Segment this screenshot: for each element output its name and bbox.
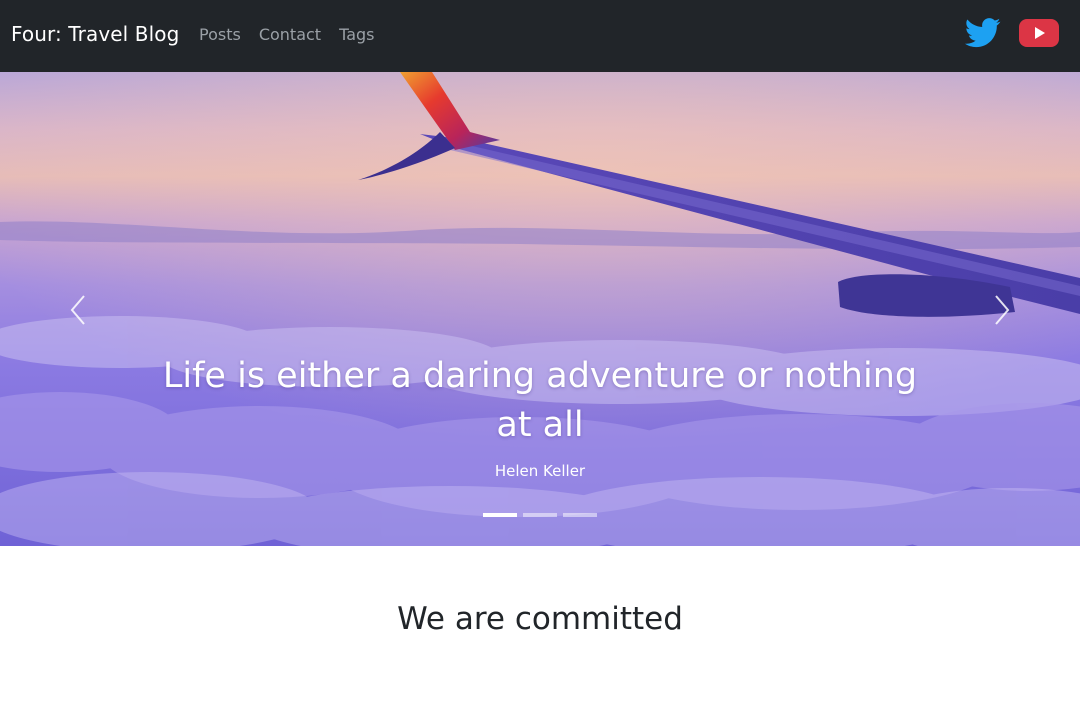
carousel-prev-button[interactable] bbox=[60, 290, 100, 330]
chevron-left-icon bbox=[70, 295, 85, 325]
twitter-link[interactable] bbox=[965, 17, 1001, 54]
carousel-indicator-2[interactable] bbox=[523, 513, 557, 517]
carousel-next-button[interactable] bbox=[980, 290, 1020, 330]
social-links bbox=[965, 17, 1059, 54]
carousel-quote: Life is either a daring adventure or not… bbox=[162, 356, 918, 445]
youtube-icon bbox=[1019, 19, 1059, 47]
chevron-right-icon bbox=[995, 295, 1010, 325]
carousel-author: Helen Keller bbox=[494, 462, 586, 480]
nav-link-contact[interactable]: Contact bbox=[259, 25, 321, 44]
carousel-caption: Life is either a daring adventure or not… bbox=[140, 352, 940, 480]
nav-link-posts[interactable]: Posts bbox=[199, 25, 241, 44]
carousel-indicator-1[interactable] bbox=[483, 513, 517, 517]
carousel-indicators bbox=[483, 513, 597, 517]
nav-link-tags[interactable]: Tags bbox=[339, 25, 374, 44]
carousel-indicator-3[interactable] bbox=[563, 513, 597, 517]
brand-link[interactable]: Four: Travel Blog bbox=[11, 22, 179, 46]
youtube-link[interactable] bbox=[1019, 18, 1059, 53]
hero-carousel: Life is either a daring adventure or not… bbox=[0, 72, 1080, 546]
section-title: We are committed bbox=[397, 601, 683, 637]
top-navbar: Four: Travel Blog Posts Contact Tags bbox=[0, 0, 1080, 72]
twitter-icon bbox=[965, 18, 1001, 48]
nav-links: Posts Contact Tags bbox=[199, 25, 374, 44]
